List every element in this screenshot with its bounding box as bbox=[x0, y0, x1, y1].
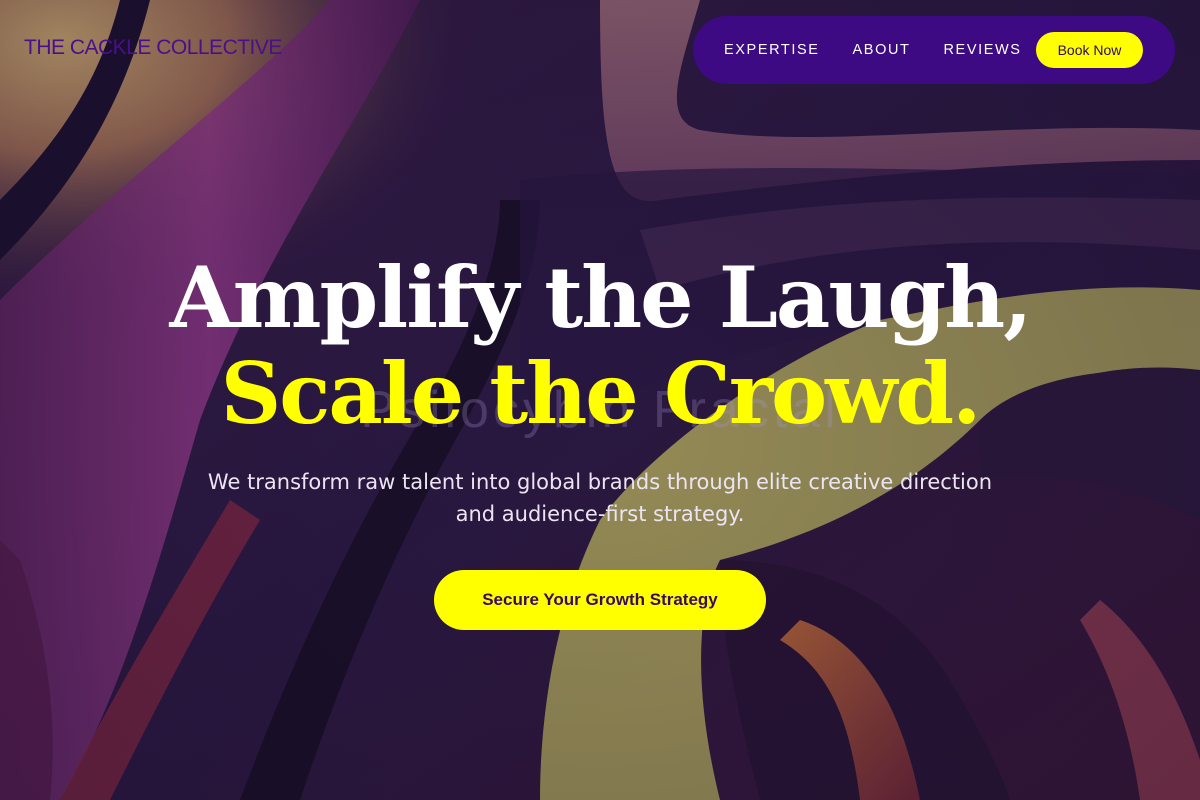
nav-link-reviews[interactable]: REVIEWS bbox=[943, 42, 1021, 58]
hero-headline: Amplify the Laugh, Scale the Crowd. bbox=[0, 250, 1200, 442]
nav-link-about[interactable]: ABOUT bbox=[853, 42, 911, 58]
headline-line-2: Scale the Crowd. bbox=[220, 344, 982, 443]
headline-line-1: Amplify the Laugh, bbox=[169, 248, 1033, 347]
nav-link-expertise[interactable]: EXPERTISE bbox=[724, 42, 820, 58]
brand-logo[interactable]: THE CACKLE COLLECTIVE bbox=[24, 36, 282, 60]
cta-button[interactable]: Secure Your Growth Strategy bbox=[434, 570, 766, 630]
hero-subtitle: We transform raw talent into global bran… bbox=[207, 470, 993, 526]
top-navigation: EXPERTISE ABOUT REVIEWS Book Now bbox=[693, 16, 1175, 84]
book-now-button[interactable]: Book Now bbox=[1036, 32, 1143, 68]
